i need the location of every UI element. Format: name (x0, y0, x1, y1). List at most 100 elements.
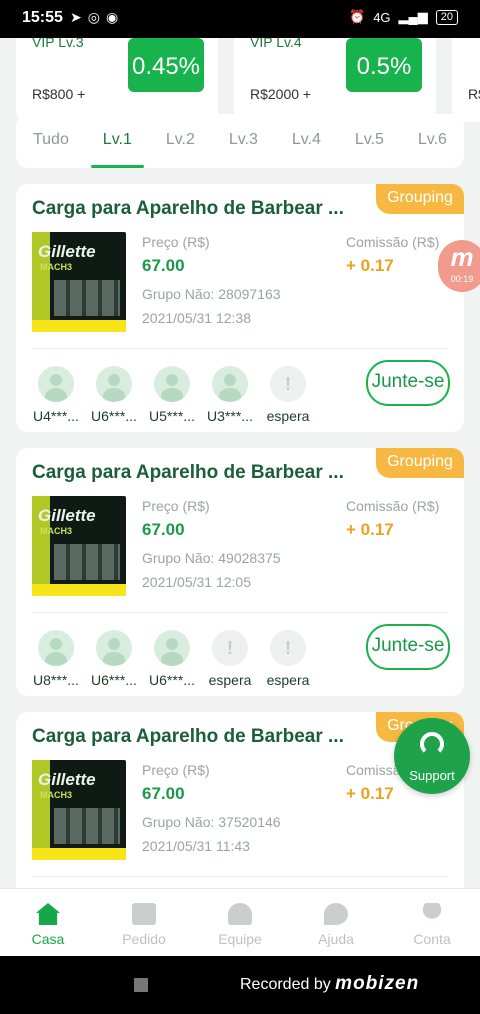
member-name: U5***... (149, 408, 195, 424)
support-label: Support (409, 768, 455, 783)
recorded-prefix: Recorded by (240, 976, 331, 993)
avatar (38, 366, 74, 402)
product-logo: Gillette (38, 770, 96, 789)
group-card[interactable]: Grouping Carga para Aparelho de Barbear … (16, 712, 464, 888)
vip-amount: R$800 + (32, 86, 86, 102)
member-name: espera (266, 408, 310, 424)
vip-levels-row[interactable]: VIP Lv.3 R$800 + 0.45% VIP Lv.4 R$2000 +… (16, 38, 480, 122)
level-tabs: Tudo Lv.1 Lv.2 Lv.3 Lv.4 Lv.5 Lv.6 (16, 114, 464, 168)
vip-amount: R$2000 + (250, 86, 312, 102)
vip-amount: R$ (468, 86, 480, 102)
nav-team[interactable]: Equipe (192, 889, 288, 957)
signal-icon: ▂▄▆ (398, 9, 428, 24)
vip-card-lv5[interactable]: R$ (452, 38, 480, 122)
member-slot: U6***... (144, 630, 200, 688)
vip-name: VIP Lv.4 (250, 38, 302, 50)
avatar (38, 630, 74, 666)
tab-lv6[interactable]: Lv.6 (412, 114, 453, 168)
avatar (96, 366, 132, 402)
product-image: Gillette MACH3 (32, 232, 126, 332)
price-label: Preço (R$) (142, 234, 210, 250)
help-icon (324, 903, 348, 925)
screen-recorder-bubble[interactable]: m 00:19 (438, 240, 480, 292)
member-name: U6***... (91, 408, 137, 424)
vip-card-lv4[interactable]: VIP Lv.4 R$2000 + 0.5% (234, 38, 436, 122)
group-number: Grupo Não: 28097163 (142, 286, 281, 302)
member-name: U4***... (33, 408, 79, 424)
system-nav-bar: Recorded by mobizen (0, 956, 480, 1014)
nav-home[interactable]: Casa (0, 889, 96, 957)
product-logo: Gillette (38, 242, 96, 261)
tab-all[interactable]: Tudo (27, 114, 75, 168)
recorder-logo-icon: m (450, 242, 474, 272)
group-card[interactable]: Grouping Carga para Aparelho de Barbear … (16, 448, 464, 696)
product-title: Carga para Aparelho de Barbear ... (32, 198, 344, 219)
price-value: 67.00 (142, 520, 185, 539)
group-card[interactable]: Grouping Carga para Aparelho de Barbear … (16, 184, 464, 432)
waiting-icon (270, 630, 306, 666)
commission-value: + 0.17 (346, 784, 394, 803)
home-icon (36, 903, 60, 925)
member-name: espera (266, 672, 310, 688)
nav-orders[interactable]: Pedido (96, 889, 192, 957)
group-number: Grupo Não: 49028375 (142, 550, 281, 566)
price-label: Preço (R$) (142, 762, 210, 778)
nav-label: Conta (413, 931, 451, 947)
nav-help[interactable]: Ajuda (288, 889, 384, 957)
join-button[interactable]: Junte-se (366, 360, 450, 406)
vip-rate: 0.5% (346, 38, 422, 92)
recorded-brand: mobizen (335, 973, 420, 994)
tab-lv5[interactable]: Lv.5 (349, 114, 390, 168)
product-title: Carga para Aparelho de Barbear ... (32, 726, 344, 747)
group-date: 2021/05/31 12:05 (142, 574, 251, 590)
member-slot: U6***... (86, 366, 142, 424)
price-value: 67.00 (142, 784, 185, 803)
mobizen-icon: ◉ (105, 9, 119, 25)
commission-value: + 0.17 (346, 520, 394, 539)
nav-label: Ajuda (318, 931, 354, 947)
member-slot: U5***... (144, 366, 200, 424)
avatar (212, 366, 248, 402)
join-button[interactable]: Junte-se (366, 624, 450, 670)
member-slot-waiting: espera (260, 366, 316, 424)
nav-account[interactable]: Conta (384, 889, 480, 957)
order-icon (132, 903, 156, 925)
commission-label: Comissão (R$) (346, 498, 440, 514)
team-icon (228, 903, 252, 925)
system-icons: ⏰ 4G ▂▄▆ 20 (349, 9, 458, 25)
vip-name: VIP Lv.3 (32, 38, 84, 50)
avatar (154, 630, 190, 666)
vip-card-lv3[interactable]: VIP Lv.3 R$800 + 0.45% (16, 38, 218, 122)
recent-apps-icon[interactable] (134, 978, 148, 992)
tab-lv1[interactable]: Lv.1 (90, 114, 144, 168)
product-sub: MACH3 (40, 526, 73, 536)
recorded-watermark: Recorded by mobizen (240, 973, 419, 995)
whatsapp-icon: ◎ (87, 9, 100, 25)
tab-lv4[interactable]: Lv.4 (286, 114, 327, 168)
notification-icons: ➤ ◎ ◉ (70, 9, 118, 26)
navigation-icon: ➤ (70, 9, 82, 25)
avatar (154, 366, 190, 402)
member-name: U6***... (149, 672, 195, 688)
member-slot: U4***... (28, 366, 84, 424)
network-label: 4G (373, 9, 391, 25)
price-label: Preço (R$) (142, 498, 210, 514)
support-button[interactable]: Support (394, 718, 470, 794)
commission-label: Comissão (R$) (346, 234, 440, 250)
tab-lv3[interactable]: Lv.3 (223, 114, 264, 168)
member-slot: U8***... (28, 630, 84, 688)
commission-value: + 0.17 (346, 256, 394, 275)
alarm-icon: ⏰ (349, 9, 366, 24)
nav-label: Equipe (218, 931, 262, 947)
status-badge: Grouping (376, 184, 464, 214)
member-name: espera (208, 672, 252, 688)
waiting-icon (212, 630, 248, 666)
battery-icon: 20 (435, 9, 458, 25)
recorder-timer: 00:19 (450, 274, 474, 284)
clock: 15:55 (22, 9, 63, 26)
group-date: 2021/05/31 12:38 (142, 310, 251, 326)
price-value: 67.00 (142, 256, 185, 275)
nav-label: Casa (31, 931, 65, 947)
member-slot: U3***... (202, 366, 258, 424)
tab-lv2[interactable]: Lv.2 (160, 114, 201, 168)
